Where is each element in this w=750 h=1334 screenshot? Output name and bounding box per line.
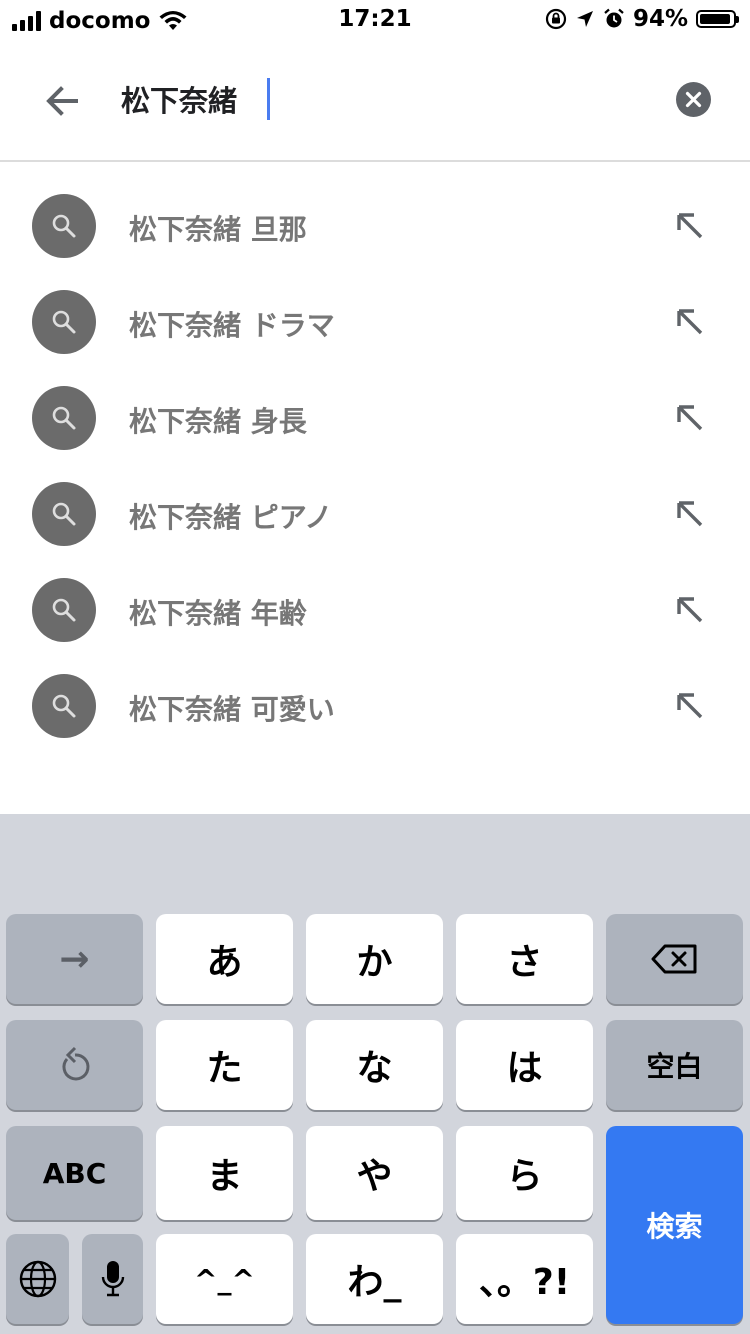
clear-search-button[interactable] bbox=[676, 82, 711, 117]
key-sa[interactable]: さ bbox=[456, 914, 593, 1004]
close-icon bbox=[685, 91, 702, 108]
search-header: 松下奈緒 bbox=[0, 40, 750, 162]
status-right: 94% bbox=[545, 6, 739, 32]
space-key[interactable]: 空白 bbox=[606, 1020, 743, 1110]
key-na[interactable]: な bbox=[306, 1020, 443, 1110]
keyboard: → あ か さ た な は 空白 ABC ま や ら 検索 ^_^ わ_ 、。?… bbox=[0, 814, 750, 1334]
suggestion-label: 松下奈緒 年齢 bbox=[129, 597, 307, 630]
battery-percent: 94% bbox=[632, 6, 688, 32]
location-icon bbox=[576, 11, 593, 27]
key-arrow-right[interactable]: → bbox=[6, 914, 143, 1004]
suggestion-label: 松下奈緒 ピアノ bbox=[129, 501, 333, 534]
key-punctuation[interactable]: 、。?! bbox=[456, 1234, 593, 1324]
status-bar: docomo 17:21 94% bbox=[0, 0, 750, 40]
text-caret bbox=[267, 78, 270, 120]
key-ra[interactable]: ら bbox=[456, 1126, 593, 1220]
rotation-lock-icon bbox=[545, 8, 567, 30]
search-key[interactable]: 検索 bbox=[606, 1126, 743, 1324]
undo-key[interactable] bbox=[6, 1020, 143, 1110]
backspace-key[interactable] bbox=[606, 914, 743, 1004]
suggestion-item[interactable]: 松下奈緒 旦那 bbox=[0, 178, 750, 274]
key-a[interactable]: あ bbox=[156, 914, 293, 1004]
suggestion-item[interactable]: 松下奈緒 年齢 bbox=[0, 562, 750, 658]
suggestion-item[interactable]: 松下奈緒 ドラマ bbox=[0, 274, 750, 370]
key-ta[interactable]: た bbox=[156, 1020, 293, 1110]
microphone-key[interactable] bbox=[82, 1234, 143, 1324]
suggestion-label: 松下奈緒 ドラマ bbox=[129, 309, 335, 342]
backspace-icon bbox=[651, 944, 696, 974]
suggestion-item[interactable]: 松下奈緒 可愛い bbox=[0, 658, 750, 754]
key-ha[interactable]: は bbox=[456, 1020, 593, 1110]
arrow-up-left-icon[interactable] bbox=[670, 206, 710, 246]
key-kaomoji[interactable]: ^_^ bbox=[156, 1234, 293, 1324]
suggestion-label: 松下奈緒 可愛い bbox=[129, 693, 335, 726]
search-icon bbox=[32, 482, 96, 546]
search-icon bbox=[32, 290, 96, 354]
search-icon bbox=[32, 194, 96, 258]
suggestion-label: 松下奈緒 旦那 bbox=[129, 213, 307, 246]
key-wa[interactable]: わ_ bbox=[306, 1234, 443, 1324]
search-icon bbox=[32, 386, 96, 450]
search-input[interactable]: 松下奈緒 bbox=[121, 78, 237, 120]
suggestion-item[interactable]: 松下奈緒 ピアノ bbox=[0, 466, 750, 562]
globe-icon bbox=[19, 1260, 56, 1298]
arrow-up-left-icon[interactable] bbox=[670, 590, 710, 630]
suggestion-item[interactable]: 松下奈緒 身長 bbox=[0, 370, 750, 466]
back-arrow-icon[interactable] bbox=[40, 78, 86, 124]
key-ma[interactable]: ま bbox=[156, 1126, 293, 1220]
microphone-icon bbox=[101, 1261, 124, 1297]
arrow-up-left-icon[interactable] bbox=[670, 398, 710, 438]
key-ya[interactable]: や bbox=[306, 1126, 443, 1220]
search-icon bbox=[32, 578, 96, 642]
key-ka[interactable]: か bbox=[306, 914, 443, 1004]
suggestion-label: 松下奈緒 身長 bbox=[129, 405, 307, 438]
battery-fill bbox=[700, 14, 731, 24]
arrow-up-left-icon[interactable] bbox=[670, 686, 710, 726]
globe-key[interactable] bbox=[6, 1234, 69, 1324]
undo-icon bbox=[61, 1046, 89, 1081]
alarm-icon bbox=[604, 8, 624, 28]
arrow-up-left-icon[interactable] bbox=[670, 302, 710, 342]
arrow-up-left-icon[interactable] bbox=[670, 494, 710, 534]
battery-icon bbox=[696, 10, 739, 28]
abc-key[interactable]: ABC bbox=[6, 1126, 143, 1220]
search-icon bbox=[32, 674, 96, 738]
